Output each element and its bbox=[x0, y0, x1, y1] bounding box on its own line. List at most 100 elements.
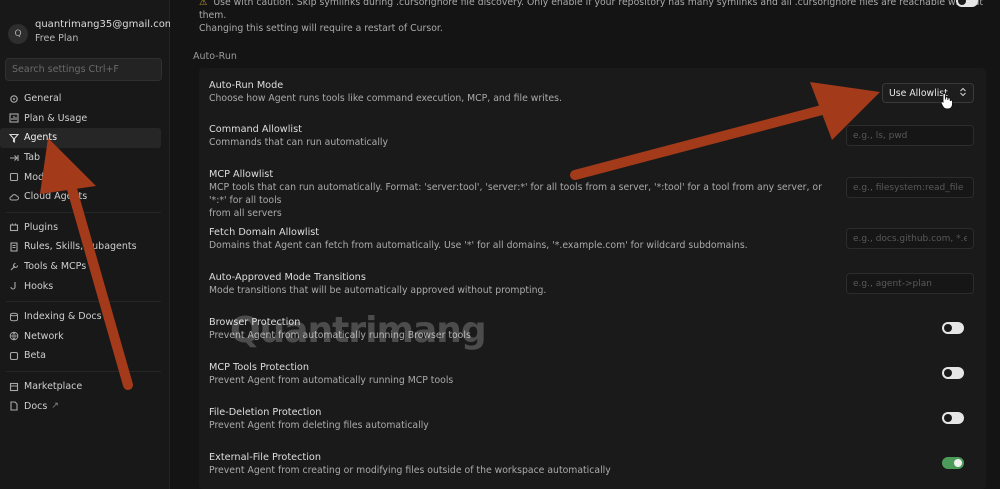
setting-title: File-Deletion Protection bbox=[209, 407, 322, 418]
sidebar-item-label: General bbox=[24, 93, 62, 105]
sidebar-item-marketplace[interactable]: Marketplace bbox=[0, 377, 161, 397]
fetch-domain-allowlist-input[interactable] bbox=[846, 228, 974, 249]
setting-auto-approved-mode-transitions: Auto-Approved Mode Transitions Mode tran… bbox=[209, 271, 976, 297]
sidebar-item-label: Marketplace bbox=[24, 381, 83, 393]
auto-run-mode-select[interactable]: Use Allowlist bbox=[882, 83, 974, 103]
sidebar-item-label: Agents bbox=[24, 132, 58, 144]
nav-group-data: Indexing & Docs Network Beta bbox=[0, 307, 169, 366]
user-email: quantrimang35@gmail.com bbox=[35, 19, 175, 30]
nav-group-extensions: Plugins Rules, Skills, Subagents Tools &… bbox=[0, 218, 169, 296]
setting-description: MCP tools that can run automatically. Fo… bbox=[209, 182, 822, 206]
nav-group-main: General Plan & Usage Agents Tab Models C… bbox=[0, 89, 169, 207]
sidebar-item-cloud-agents[interactable]: Cloud Agents bbox=[0, 187, 161, 207]
tools-icon bbox=[9, 262, 19, 272]
setting-description: Prevent Agent from automatically running… bbox=[209, 330, 471, 341]
warning-restart-text: Changing this setting will require a res… bbox=[199, 23, 443, 34]
command-allowlist-input[interactable] bbox=[846, 125, 974, 146]
sidebar-item-label: Tab bbox=[24, 152, 41, 164]
sidebar-item-label: Network bbox=[24, 330, 64, 342]
settings-sidebar: Q quantrimang35@gmail.com Free Plan Gene… bbox=[0, 0, 175, 489]
sidebar-item-plan-usage[interactable]: Plan & Usage bbox=[0, 109, 161, 129]
setting-title: MCP Tools Protection bbox=[209, 362, 309, 373]
setting-title: External-File Protection bbox=[209, 452, 321, 463]
mode-transitions-input[interactable] bbox=[846, 273, 974, 294]
sidebar-item-tab[interactable]: Tab bbox=[0, 148, 161, 168]
database-icon bbox=[9, 312, 19, 322]
sidebar-item-rules[interactable]: Rules, Skills, Subagents bbox=[0, 237, 161, 257]
sidebar-item-beta[interactable]: Beta bbox=[0, 346, 161, 366]
setting-browser-protection: Browser Protection Prevent Agent from au… bbox=[209, 316, 976, 342]
avatar: Q bbox=[8, 24, 28, 44]
setting-description: Prevent Agent from creating or modifying… bbox=[209, 465, 611, 476]
models-icon bbox=[9, 172, 19, 182]
skip-symlinks-toggle[interactable] bbox=[956, 0, 978, 7]
search-settings-input[interactable] bbox=[5, 58, 162, 81]
sidebar-item-network[interactable]: Network bbox=[0, 327, 161, 347]
section-title-auto-run: Auto-Run bbox=[193, 51, 237, 62]
sidebar-item-label: Plan & Usage bbox=[24, 112, 88, 124]
sidebar-item-agents[interactable]: Agents bbox=[0, 128, 161, 148]
setting-mcp-tools-protection: MCP Tools Protection Prevent Agent from … bbox=[209, 361, 976, 387]
sidebar-item-label: Rules, Skills, Subagents bbox=[24, 241, 137, 253]
setting-file-deletion-protection: File-Deletion Protection Prevent Agent f… bbox=[209, 406, 976, 432]
beta-icon bbox=[9, 351, 19, 361]
sidebar-item-plugins[interactable]: Plugins bbox=[0, 218, 161, 238]
setting-title: Auto-Run Mode bbox=[209, 80, 284, 91]
setting-description: Prevent Agent from deleting files automa… bbox=[209, 420, 429, 431]
tab-arrow-icon bbox=[9, 153, 19, 163]
warning-text: Use with caution. Skip symlinks during .… bbox=[199, 0, 983, 21]
sidebar-item-general[interactable]: General bbox=[0, 89, 161, 109]
settings-content: ⚠ Use with caution. Skip symlinks during … bbox=[170, 0, 1000, 489]
user-account[interactable]: Q quantrimang35@gmail.com Free Plan bbox=[0, 18, 175, 46]
gear-icon bbox=[9, 94, 19, 104]
sidebar-item-indexing-docs[interactable]: Indexing & Docs bbox=[0, 307, 161, 327]
setting-fetch-domain-allowlist: Fetch Domain Allowlist Domains that Agen… bbox=[209, 226, 976, 252]
settings-window: Q quantrimang35@gmail.com Free Plan Gene… bbox=[0, 0, 1000, 489]
browser-protection-toggle[interactable] bbox=[942, 322, 964, 334]
sidebar-item-label: Models bbox=[24, 171, 58, 183]
sidebar-divider bbox=[6, 370, 161, 372]
marketplace-icon bbox=[9, 382, 19, 392]
setting-mcp-allowlist: MCP Allowlist MCP tools that can run aut… bbox=[209, 168, 976, 220]
cloud-icon bbox=[9, 192, 19, 202]
sidebar-item-label: Tools & MCPs bbox=[24, 261, 87, 273]
setting-description: Choose how Agent runs tools like command… bbox=[209, 93, 562, 104]
external-file-protection-toggle[interactable] bbox=[942, 457, 964, 469]
chevron-updown-icon bbox=[959, 87, 967, 100]
sidebar-item-label: Beta bbox=[24, 350, 46, 362]
auto-run-settings-panel: Auto-Run Mode Choose how Agent runs tool… bbox=[199, 68, 986, 489]
nav-group-links: Marketplace Docs ↗ bbox=[0, 377, 169, 416]
mcp-allowlist-input[interactable] bbox=[846, 177, 974, 198]
sidebar-item-label: Hooks bbox=[24, 280, 54, 292]
docs-icon bbox=[9, 401, 19, 411]
mouse-pointer-icon bbox=[940, 92, 953, 110]
agents-icon bbox=[9, 133, 19, 143]
sidebar-divider bbox=[6, 300, 161, 302]
symlink-warning-note: ⚠ Use with caution. Skip symlinks during … bbox=[199, 0, 999, 35]
mcp-tools-protection-toggle[interactable] bbox=[942, 367, 964, 379]
plugin-icon bbox=[9, 222, 19, 232]
hook-icon bbox=[9, 281, 19, 291]
sidebar-item-tools-mcps[interactable]: Tools & MCPs bbox=[0, 257, 161, 277]
chart-icon bbox=[9, 113, 19, 123]
sidebar-item-hooks[interactable]: Hooks bbox=[0, 276, 161, 296]
rules-icon bbox=[9, 242, 19, 252]
globe-icon bbox=[9, 331, 19, 341]
setting-command-allowlist: Command Allowlist Commands that can run … bbox=[209, 123, 976, 149]
sidebar-item-docs[interactable]: Docs ↗ bbox=[0, 396, 161, 416]
sidebar-item-label: Indexing & Docs bbox=[24, 311, 102, 323]
warning-icon: ⚠ bbox=[199, 0, 208, 8]
setting-description-cont: from all servers bbox=[209, 208, 282, 219]
file-deletion-protection-toggle[interactable] bbox=[942, 412, 964, 424]
setting-external-file-protection: External-File Protection Prevent Agent f… bbox=[209, 451, 976, 477]
sidebar-item-models[interactable]: Models bbox=[0, 167, 161, 187]
setting-auto-run-mode: Auto-Run Mode Choose how Agent runs tool… bbox=[209, 79, 976, 105]
external-link-icon: ↗ bbox=[51, 401, 59, 412]
setting-title: Browser Protection bbox=[209, 317, 301, 328]
sidebar-item-label: Cloud Agents bbox=[24, 191, 88, 203]
sidebar-item-label: Plugins bbox=[24, 221, 59, 233]
sidebar-item-label: Docs bbox=[24, 400, 48, 412]
setting-description: Prevent Agent from automatically running… bbox=[209, 375, 454, 386]
user-plan: Free Plan bbox=[35, 33, 79, 44]
selected-value: Use Allowlist bbox=[889, 87, 948, 99]
